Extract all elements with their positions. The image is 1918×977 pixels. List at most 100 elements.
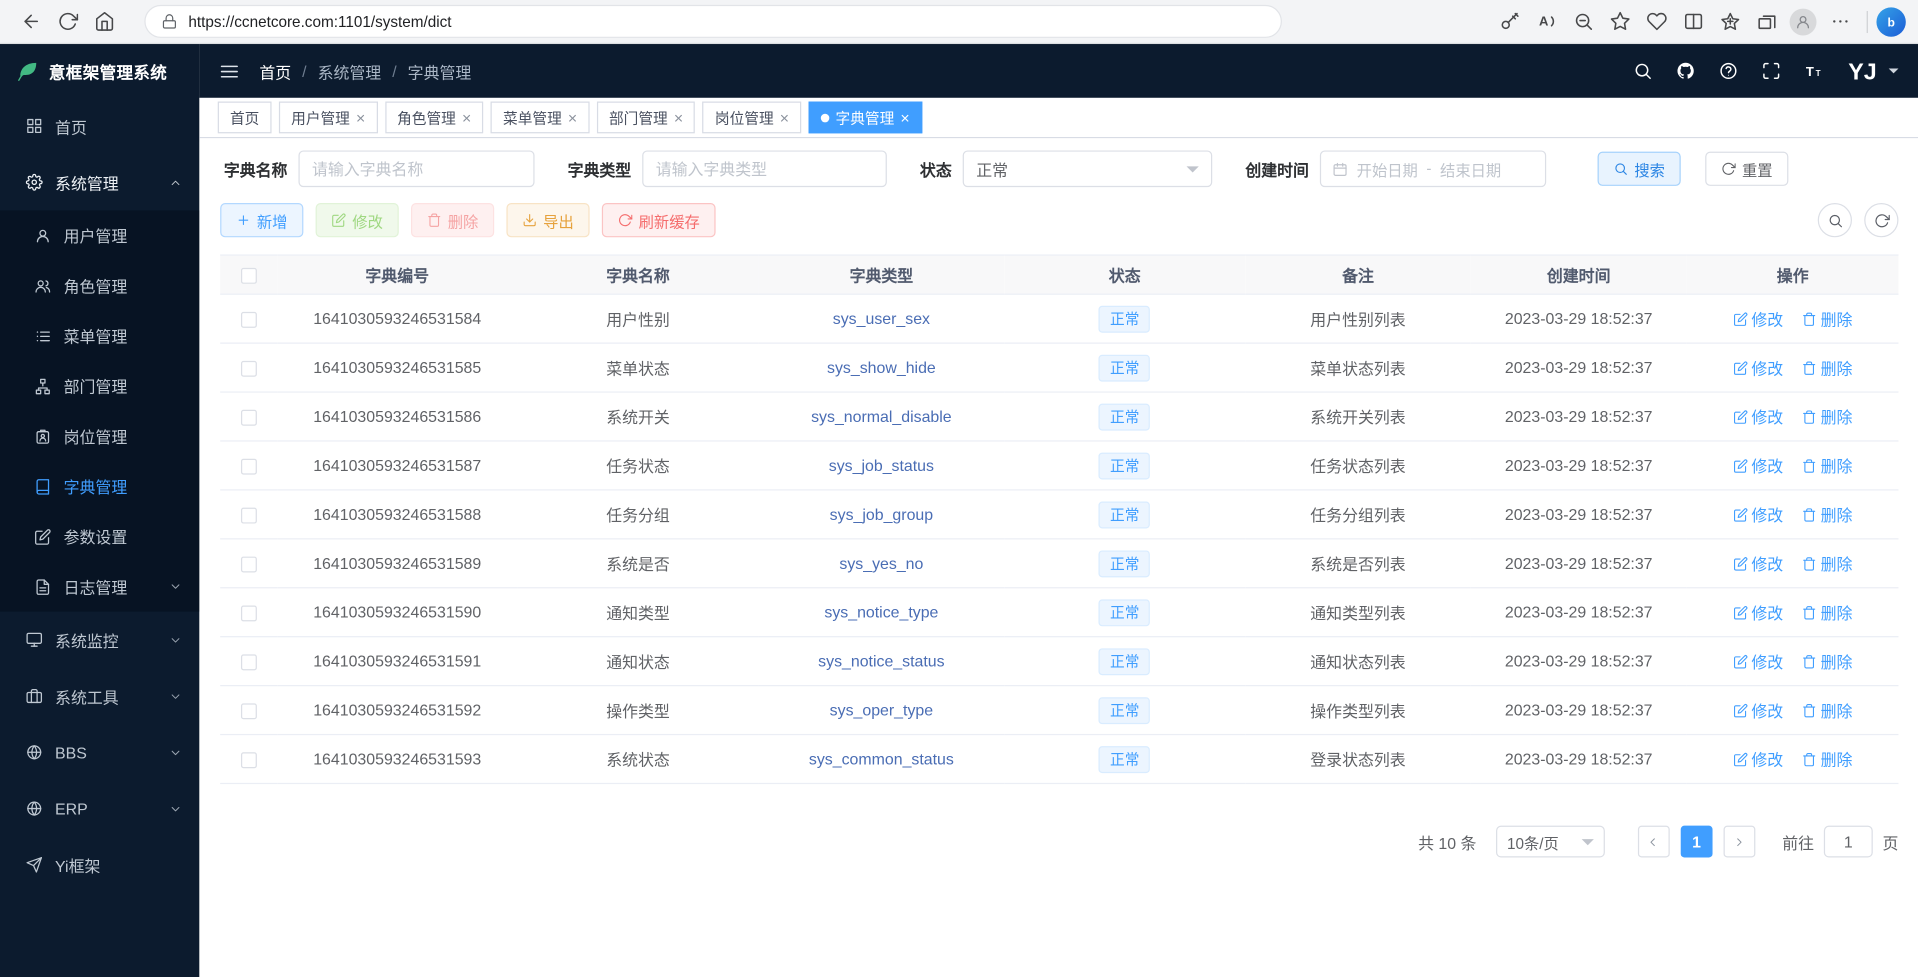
dict-type-link[interactable]: sys_normal_disable [811, 407, 952, 425]
help-icon[interactable] [1719, 61, 1739, 81]
dict-type-link[interactable]: sys_notice_status [818, 652, 944, 670]
dict-type-link[interactable]: sys_notice_type [824, 603, 938, 621]
browser-essentials-button[interactable] [1638, 3, 1675, 40]
fullscreen-icon[interactable] [1761, 61, 1781, 81]
address-bar[interactable]: https://ccnetcore.com:1101/system/dict [144, 5, 1282, 38]
edit-button[interactable]: 修改 [316, 203, 399, 237]
tab-close-icon[interactable]: × [780, 109, 789, 125]
font-size-icon[interactable]: TT [1804, 61, 1824, 81]
refresh-button[interactable] [49, 3, 86, 40]
breadcrumb-home[interactable]: 首页 [259, 59, 291, 82]
dict-type-link[interactable]: sys_job_status [829, 456, 934, 474]
dict-type-link[interactable]: sys_common_status [809, 750, 954, 768]
search-icon[interactable] [1633, 61, 1653, 81]
search-button[interactable]: 搜索 [1598, 152, 1681, 186]
delete-link[interactable]: 删除 [1802, 307, 1852, 330]
row-checkbox[interactable] [241, 459, 257, 475]
tab-user-mgmt[interactable]: 用户管理× [279, 102, 378, 134]
sidebar-item-role-mgmt[interactable]: 角色管理 [0, 261, 199, 311]
delete-link[interactable]: 删除 [1802, 405, 1852, 428]
sidebar-item-system-tools[interactable]: 系统工具 [0, 668, 199, 724]
sidebar-item-post-mgmt[interactable]: 岗位管理 [0, 411, 199, 461]
sidebar-item-log-mgmt[interactable]: 日志管理 [0, 561, 199, 611]
sidebar-item-dept-mgmt[interactable]: 部门管理 [0, 361, 199, 411]
delete-link[interactable]: 删除 [1802, 454, 1852, 477]
dict-type-link[interactable]: sys_user_sex [833, 309, 930, 327]
tab-menu-mgmt[interactable]: 菜单管理× [491, 102, 590, 134]
goto-page-input[interactable] [1824, 826, 1873, 858]
show-search-button[interactable] [1818, 203, 1852, 237]
profile-avatar[interactable] [1790, 8, 1817, 35]
dict-type-link[interactable]: sys_show_hide [827, 358, 936, 376]
sidebar-item-dict-mgmt[interactable]: 字典管理 [0, 461, 199, 511]
tab-home[interactable]: 首页 [218, 102, 272, 134]
add-button[interactable]: 新增 [220, 203, 303, 237]
sidebar-item-system-mgmt[interactable]: 系统管理 [0, 154, 199, 210]
row-checkbox[interactable] [241, 752, 257, 768]
refresh-cache-button[interactable]: 刷新缓存 [602, 203, 716, 237]
dict-type-link[interactable]: sys_oper_type [830, 701, 933, 719]
sidebar-item-home[interactable]: 首页 [0, 98, 199, 154]
app-logo[interactable]: 意框架管理系统 [0, 44, 199, 98]
github-icon[interactable] [1676, 61, 1696, 81]
row-checkbox[interactable] [241, 606, 257, 622]
edit-link[interactable]: 修改 [1733, 307, 1783, 330]
edit-link[interactable]: 修改 [1733, 356, 1783, 379]
edit-link[interactable]: 修改 [1733, 650, 1783, 673]
next-page-button[interactable] [1724, 826, 1756, 858]
row-checkbox[interactable] [241, 410, 257, 426]
tab-dict-mgmt[interactable]: 字典管理× [809, 102, 922, 134]
breadcrumb-system-mgmt[interactable]: 系统管理 [318, 59, 382, 82]
edit-link[interactable]: 修改 [1733, 405, 1783, 428]
dict-type-link[interactable]: sys_job_group [830, 505, 933, 523]
password-button[interactable] [1491, 3, 1528, 40]
tab-dept-mgmt[interactable]: 部门管理× [597, 102, 696, 134]
sidebar-item-system-monitor[interactable]: 系统监控 [0, 612, 199, 668]
delete-link[interactable]: 删除 [1802, 698, 1852, 721]
edit-link[interactable]: 修改 [1733, 747, 1783, 770]
delete-link[interactable]: 删除 [1802, 747, 1852, 770]
delete-button[interactable]: 删除 [411, 203, 494, 237]
tab-close-icon[interactable]: × [356, 109, 365, 125]
tab-post-mgmt[interactable]: 岗位管理× [703, 102, 802, 134]
page-1-button[interactable]: 1 [1681, 826, 1713, 858]
tab-close-icon[interactable]: × [462, 109, 471, 125]
sidebar-item-user-mgmt[interactable]: 用户管理 [0, 210, 199, 260]
refresh-table-button[interactable] [1864, 203, 1898, 237]
delete-link[interactable]: 删除 [1802, 503, 1852, 526]
browser-menu-button[interactable] [1821, 3, 1858, 40]
sidebar-item-param-settings[interactable]: 参数设置 [0, 511, 199, 561]
select-all-checkbox[interactable] [241, 268, 257, 284]
add-favorite-button[interactable] [1601, 3, 1638, 40]
home-button[interactable] [86, 3, 123, 40]
row-checkbox[interactable] [241, 312, 257, 328]
split-screen-button[interactable] [1675, 3, 1712, 40]
row-checkbox[interactable] [241, 557, 257, 573]
bing-button[interactable]: b [1876, 7, 1905, 36]
sidebar-item-yi-framework[interactable]: Yi框架 [0, 837, 199, 893]
sidebar-toggle[interactable] [219, 61, 240, 82]
tab-close-icon[interactable]: × [900, 109, 909, 125]
delete-link[interactable]: 删除 [1802, 552, 1852, 575]
delete-link[interactable]: 删除 [1802, 356, 1852, 379]
row-checkbox[interactable] [241, 654, 257, 670]
dict-type-input[interactable] [642, 150, 887, 187]
zoom-button[interactable] [1565, 3, 1602, 40]
page-size-select[interactable]: 10条/页 [1496, 826, 1605, 858]
sidebar-item-menu-mgmt[interactable]: 菜单管理 [0, 311, 199, 361]
collections-button[interactable] [1748, 3, 1785, 40]
edit-link[interactable]: 修改 [1733, 503, 1783, 526]
edit-link[interactable]: 修改 [1733, 698, 1783, 721]
status-select[interactable]: 正常 [963, 150, 1213, 187]
user-menu[interactable]: YJ [1847, 56, 1898, 85]
edit-link[interactable]: 修改 [1733, 552, 1783, 575]
dict-name-input[interactable] [298, 150, 534, 187]
edit-link[interactable]: 修改 [1733, 454, 1783, 477]
dict-type-link[interactable]: sys_yes_no [839, 554, 923, 572]
row-checkbox[interactable] [241, 508, 257, 524]
prev-page-button[interactable] [1638, 826, 1670, 858]
tab-role-mgmt[interactable]: 角色管理× [385, 102, 484, 134]
date-range-picker[interactable]: 开始日期 - 结束日期 [1320, 150, 1546, 187]
reset-button[interactable]: 重置 [1705, 152, 1788, 186]
delete-link[interactable]: 删除 [1802, 650, 1852, 673]
